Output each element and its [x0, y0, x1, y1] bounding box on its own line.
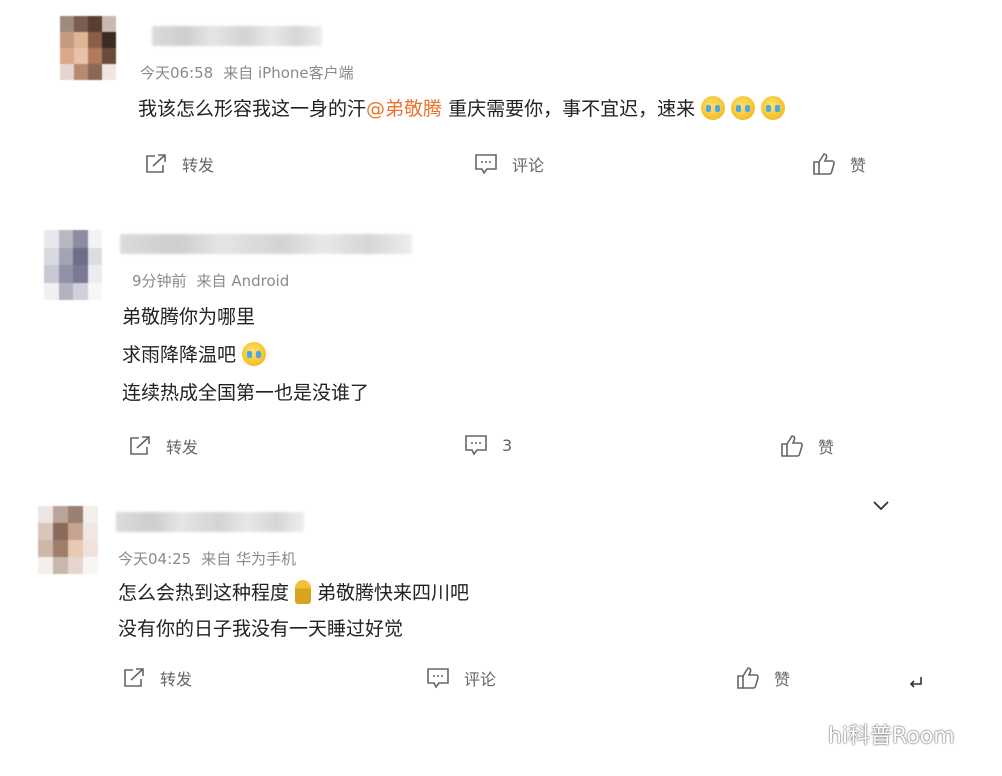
chevron-down-icon[interactable]: [872, 500, 890, 512]
crying-emoji-icon: [242, 342, 267, 366]
username-blurred[interactable]: [120, 234, 412, 254]
comment-3: 今天04:25 来自 华为手机 怎么会热到这种程度 弟敬腾快来四川吧 没有你的日子我…: [0, 496, 1002, 706]
comment-button[interactable]: 评论: [474, 152, 544, 176]
comment-button[interactable]: 3: [464, 434, 512, 456]
praying-figure-emoji-icon: [295, 580, 312, 604]
comment-text-line-1: 怎么会热到这种程度 弟敬腾快来四川吧: [118, 580, 470, 604]
avatar[interactable]: [44, 230, 102, 300]
timestamp: 今天04:25: [118, 550, 192, 568]
comment-2: 9分钟前 来自 Android 弟敬腾你为哪里 求雨降降温吧 连续热成全国第一也是…: [0, 220, 1002, 490]
username-blurred[interactable]: [116, 512, 304, 532]
source: 来自 iPhone客户端: [223, 64, 354, 82]
repost-button[interactable]: 转发: [128, 434, 198, 458]
share-icon: [124, 668, 144, 687]
comment-meta: 今天04:25 来自 华为手机: [118, 548, 306, 569]
crying-emoji-icon: [761, 96, 786, 120]
repost-button[interactable]: 转发: [122, 666, 192, 690]
thumbs-up-icon: [781, 435, 803, 457]
timestamp: 今天06:58: [140, 64, 214, 82]
source: 来自 华为手机: [201, 550, 297, 568]
comment-text-line-2: 没有你的日子我没有一天睡过好觉: [118, 618, 404, 640]
like-button[interactable]: 赞: [812, 152, 866, 176]
timestamp: 9分钟前: [132, 272, 187, 290]
comment-icon: [465, 435, 487, 456]
source: 来自 Android: [196, 272, 290, 290]
avatar[interactable]: [60, 16, 116, 80]
like-button[interactable]: 赞: [780, 434, 834, 458]
comment-button[interactable]: 评论: [426, 666, 496, 690]
comment-text-line-2: 求雨降降温吧: [122, 340, 267, 367]
comment-icon: [475, 154, 497, 175]
watermark: hi科普Room: [780, 718, 955, 750]
comment-1: 今天06:58 来自 iPhone客户端 我该怎么形容我这一身的汗@弟敬腾 重庆需…: [0, 0, 1002, 210]
avatar[interactable]: [38, 506, 98, 574]
crying-emoji-icon: [701, 96, 726, 120]
comment-meta: 9分钟前 来自 Android: [132, 270, 299, 291]
crying-emoji-icon: [731, 96, 756, 120]
comment-meta: 今天06:58 来自 iPhone客户端: [140, 62, 364, 83]
share-icon: [146, 154, 166, 173]
comment-text-line-3: 连续热成全国第一也是没谁了: [122, 382, 370, 404]
comment-icon: [427, 668, 449, 689]
watermark-text: hi科普Room: [828, 724, 955, 749]
like-button[interactable]: 赞: [736, 666, 790, 690]
repost-button[interactable]: 转发: [144, 152, 214, 176]
comment-text-line-1: 弟敬腾你为哪里: [122, 306, 256, 328]
comment-text: 我该怎么形容我这一身的汗@弟敬腾 重庆需要你，事不宜迟，速来: [138, 94, 786, 121]
reply-arrow-icon[interactable]: [908, 676, 924, 690]
wechat-icon: [780, 720, 820, 748]
thumbs-up-icon: [737, 667, 759, 689]
thumbs-up-icon: [813, 153, 835, 175]
username-blurred[interactable]: [152, 26, 322, 46]
comment-count: 3: [502, 435, 513, 455]
share-icon: [130, 436, 150, 455]
mention-link[interactable]: @弟敬腾: [366, 98, 442, 120]
